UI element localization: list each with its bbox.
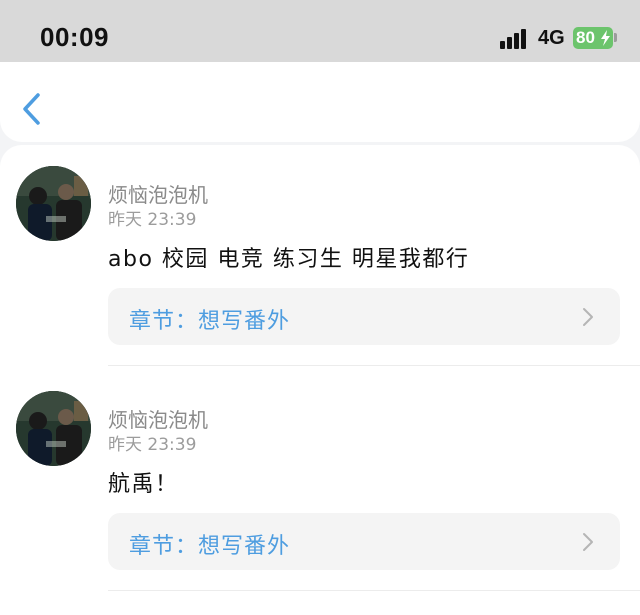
battery-indicator: 80 [573, 27, 613, 49]
chapter-link[interactable]: 章节：想写番外 [108, 513, 620, 570]
comment-text: 航禹！ [108, 472, 179, 497]
comment-text: abo 校园 电竞 练习生 明星我都行 [108, 247, 470, 272]
chapter-label: 章节：想写番外 [129, 534, 291, 559]
charging-bolt-icon [601, 30, 610, 46]
comment-time: 昨天 23:39 [108, 210, 197, 230]
avatar[interactable] [16, 166, 91, 241]
comment-item: 烦恼泡泡机 昨天 23:39 航禹！ 章节：想写番外 [0, 370, 640, 591]
chapter-link[interactable]: 章节：想写番外 [108, 288, 620, 345]
nav-bar [0, 62, 640, 142]
status-time: 00:09 [40, 22, 109, 52]
network-type: 4G [538, 27, 565, 49]
chevron-right-icon [583, 533, 593, 551]
divider [108, 590, 640, 591]
cellular-signal-icon [500, 29, 532, 49]
comment-list: 烦恼泡泡机 昨天 23:39 abo 校园 电竞 练习生 明星我都行 章节：想写… [0, 145, 640, 615]
avatar-image [16, 166, 91, 241]
comment-item: 烦恼泡泡机 昨天 23:39 abo 校园 电竞 练习生 明星我都行 章节：想写… [0, 145, 640, 366]
status-bar: 00:09 4G 80 [0, 0, 640, 62]
avatar-image [16, 391, 91, 466]
battery-tip [614, 33, 617, 42]
comment-time: 昨天 23:39 [108, 435, 197, 455]
avatar[interactable] [16, 391, 91, 466]
battery-level: 80 [576, 28, 595, 47]
comment-author[interactable]: 烦恼泡泡机 [108, 179, 208, 208]
divider [108, 365, 640, 366]
back-chevron-icon[interactable] [20, 92, 42, 126]
comment-author[interactable]: 烦恼泡泡机 [108, 404, 208, 433]
chapter-label: 章节：想写番外 [129, 309, 291, 334]
chevron-right-icon [583, 308, 593, 326]
